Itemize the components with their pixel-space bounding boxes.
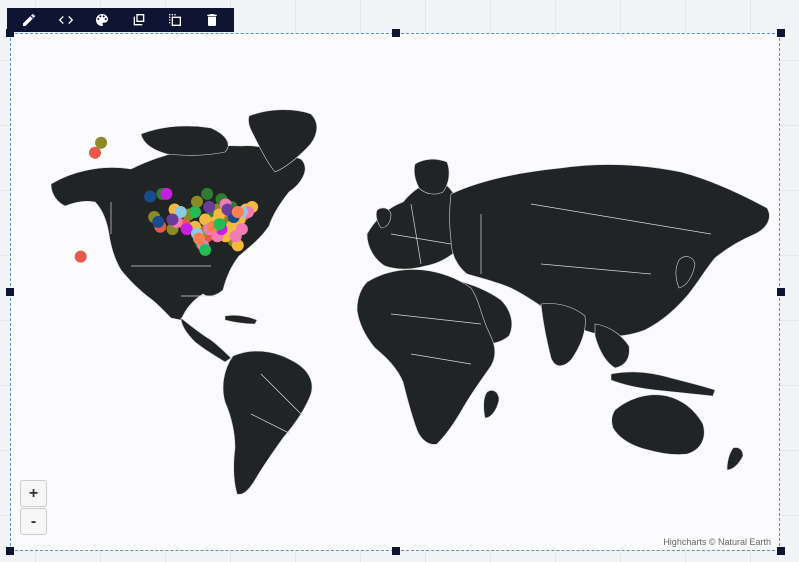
duplicate-button[interactable] [127, 8, 151, 32]
widget-toolbar [7, 8, 234, 32]
select-frame-button[interactable] [163, 8, 187, 32]
resize-handle-right[interactable] [777, 288, 785, 296]
delete-button[interactable] [200, 8, 224, 32]
selection-frame [10, 33, 780, 551]
palette-icon [96, 14, 109, 26]
map-credits[interactable]: Highcharts © Natural Earth [663, 537, 771, 547]
resize-handle-bottom-right[interactable] [777, 547, 785, 555]
trash-icon [207, 14, 217, 26]
edit-button[interactable] [17, 8, 41, 32]
resize-handle-bottom[interactable] [392, 547, 400, 555]
style-button[interactable] [90, 8, 114, 32]
select-frame-icon [169, 14, 182, 26]
zoom-in-button[interactable]: + [20, 480, 47, 507]
code-icon [58, 16, 73, 24]
resize-handle-top[interactable] [392, 29, 400, 37]
pencil-icon [23, 13, 36, 26]
duplicate-icon [133, 14, 145, 26]
resize-handle-left[interactable] [6, 288, 14, 296]
resize-handle-bottom-left[interactable] [6, 547, 14, 555]
resize-handle-top-left[interactable] [6, 29, 14, 37]
zoom-out-button[interactable]: - [20, 508, 47, 535]
code-button[interactable] [54, 8, 78, 32]
resize-handle-top-right[interactable] [777, 29, 785, 37]
